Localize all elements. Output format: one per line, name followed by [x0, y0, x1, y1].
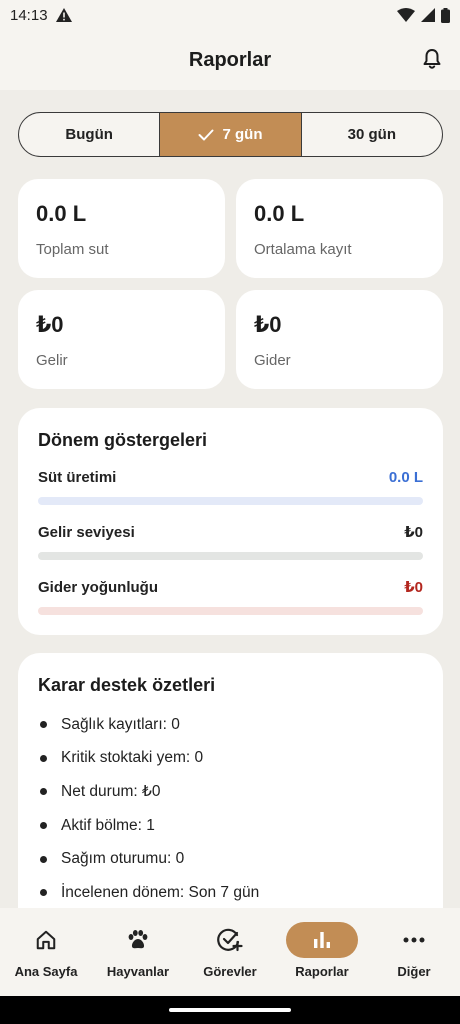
period-option-7-days[interactable]: 7 gün — [159, 113, 301, 156]
nav-label: Diğer — [397, 964, 431, 979]
home-gesture-handle[interactable] — [169, 1008, 291, 1012]
page-title: Raporlar — [188, 48, 272, 71]
nav-item-animals[interactable]: Hayvanlar — [92, 908, 184, 996]
paw-icon — [128, 930, 148, 949]
panel-title: Dönem göstergeleri — [38, 430, 208, 450]
warning-icon — [55, 8, 72, 22]
nav-label: Hayvanlar — [106, 964, 170, 979]
period-indicators-panel: Dönem göstergeleri Süt üretimi 0.0 L Gelir… — [18, 408, 443, 635]
summary-list: Sağlık kayıtları: 0 Kritik stoktaki yem: … — [38, 708, 423, 910]
period-option-label: 30 gün — [347, 126, 396, 143]
wifi-icon — [397, 8, 415, 22]
status-time: 14:13 — [10, 6, 48, 24]
app-header: Raporlar — [0, 30, 460, 90]
decision-summary-panel: Karar destek özetleri Sağlık kayıtları: … — [18, 653, 443, 933]
stat-label: Ortalama kayıt — [254, 241, 352, 258]
indicator-value: 0.0 L — [388, 469, 423, 486]
nav-item-more[interactable]: Diğer — [368, 908, 460, 996]
stat-label: Gider — [254, 352, 291, 369]
list-item: Aktif bölme: 1 — [38, 809, 423, 843]
stat-value: ₺0 — [36, 312, 64, 337]
system-gesture-bar — [0, 996, 460, 1024]
battery-icon — [441, 7, 450, 23]
status-bar: 14:13 — [0, 0, 460, 30]
period-selector: Bugün 7 gün 30 gün — [18, 112, 443, 157]
bullet-icon — [40, 822, 47, 830]
bullet-icon — [40, 754, 47, 762]
list-item-text: Net durum: ₺0 — [61, 783, 161, 801]
stat-card-income: ₺0 Gelir — [18, 290, 225, 389]
period-option-30-days[interactable]: 30 gün — [300, 113, 442, 156]
indicator-row: Gelir seviyesi ₺0 — [38, 523, 423, 560]
list-item: İncelenen dönem: Son 7 gün — [38, 876, 423, 910]
check-icon — [198, 129, 214, 140]
stat-value: ₺0 — [254, 312, 282, 337]
stat-value: 0.0 L — [36, 201, 87, 226]
home-icon — [36, 930, 56, 950]
bullet-icon — [40, 889, 47, 897]
list-item: Net durum: ₺0 — [38, 775, 423, 809]
nav-label: Ana Sayfa — [14, 964, 78, 979]
bullet-icon — [40, 855, 47, 863]
stat-card-average-record: 0.0 L Ortalama kayıt — [236, 179, 443, 278]
period-option-today[interactable]: Bugün — [19, 113, 159, 156]
task-check-icon — [217, 928, 243, 952]
list-item-text: İncelenen dönem: Son 7 gün — [61, 883, 260, 901]
panel-title: Karar destek özetleri — [38, 675, 216, 695]
indicator-value: ₺0 — [404, 579, 423, 596]
period-option-label: 7 gün — [222, 126, 263, 143]
indicator-label: Süt üretimi — [38, 469, 117, 486]
bottom-nav: Ana Sayfa Hayvanlar Görevler Raporlar Di… — [0, 908, 460, 996]
bar-chart-icon — [314, 932, 330, 948]
indicator-progress-bar — [38, 497, 423, 505]
stat-card-total-milk: 0.0 L Toplam sut — [18, 179, 225, 278]
bell-icon[interactable] — [420, 47, 444, 71]
list-item-text: Kritik stoktaki yem: 0 — [61, 749, 204, 767]
list-item: Kritik stoktaki yem: 0 — [38, 742, 423, 776]
nav-item-home[interactable]: Ana Sayfa — [0, 908, 92, 996]
stat-label: Gelir — [36, 352, 68, 369]
stat-label: Toplam sut — [36, 241, 109, 258]
list-item-text: Aktif bölme: 1 — [61, 816, 155, 834]
indicator-label: Gelir seviyesi — [38, 523, 135, 541]
stat-value: 0.0 L — [254, 201, 305, 226]
nav-label: Görevler — [203, 964, 257, 979]
signal-icon — [421, 8, 435, 22]
list-item: Sağım oturumu: 0 — [38, 842, 423, 876]
list-item-text: Sağım oturumu: 0 — [61, 850, 185, 868]
bullet-icon — [40, 721, 47, 729]
indicator-progress-bar — [38, 552, 423, 560]
list-item: Sağlık kayıtları: 0 — [38, 708, 423, 742]
stat-card-expense: ₺0 Gider — [236, 290, 443, 389]
nav-item-tasks[interactable]: Görevler — [184, 908, 276, 996]
more-icon — [403, 937, 425, 943]
bullet-icon — [40, 788, 47, 796]
nav-label: Raporlar — [295, 964, 349, 979]
indicator-row: Gider yoğunluğu ₺0 — [38, 578, 423, 615]
indicator-value: ₺0 — [404, 524, 423, 541]
indicator-label: Gider yoğunluğu — [38, 578, 158, 596]
indicator-row: Süt üretimi 0.0 L — [38, 469, 423, 505]
list-item-text: Sağlık kayıtları: 0 — [61, 715, 180, 733]
indicator-progress-bar — [38, 607, 423, 615]
nav-item-reports[interactable]: Raporlar — [276, 908, 368, 996]
period-option-label: Bugün — [65, 126, 113, 143]
